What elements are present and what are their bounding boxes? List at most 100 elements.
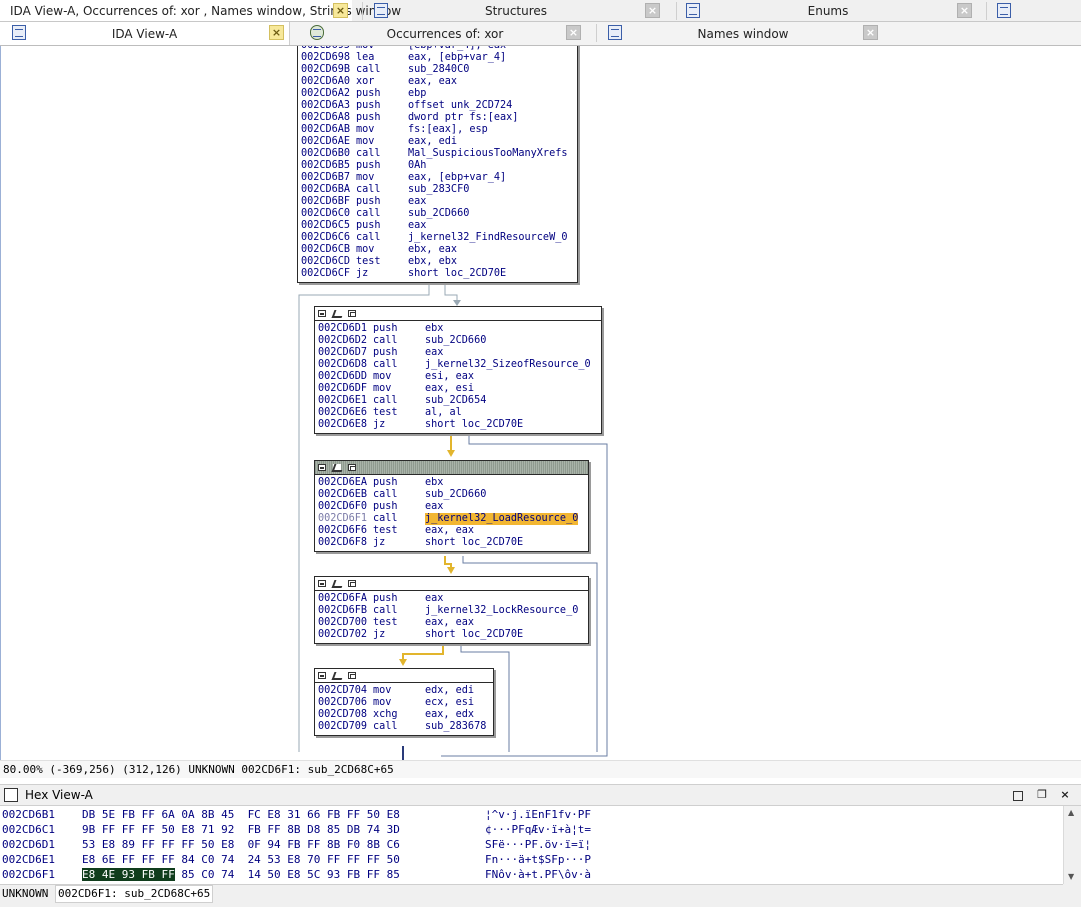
basic-block-node[interactable]: 002CD6D1 push ebx 002CD6D2 call sub_2CD660 002… — [314, 306, 602, 434]
tab-enums[interactable]: Enums × — [682, 0, 974, 21]
node-graph-icon[interactable] — [348, 580, 356, 587]
close-icon[interactable]: × — [957, 3, 972, 18]
instruction-operand[interactable]: offset unk_2CD724 — [408, 100, 512, 112]
instruction-operand[interactable]: dword ptr fs:[eax] — [408, 112, 518, 124]
maximize-button[interactable] — [1013, 791, 1023, 801]
disasm-line[interactable]: 002CD6BA call sub_283CF0 — [298, 184, 577, 196]
disasm-line[interactable]: 002CD704 mov edx, edi — [315, 685, 493, 697]
hex-vertical-scrollbar[interactable]: ▲ ▼ — [1063, 806, 1081, 884]
disasm-line[interactable]: 002CD6F0 push eax — [315, 501, 588, 513]
instruction-operand[interactable]: eax, esi — [425, 383, 474, 395]
instruction-operand[interactable]: eax — [425, 593, 443, 605]
disasm-line[interactable]: 002CD6D1 push ebx — [315, 323, 601, 335]
instruction-operand[interactable]: 0Ah — [408, 160, 426, 172]
tab-extra[interactable] — [994, 0, 1024, 21]
disasm-line[interactable]: 002CD6C5 push eax — [298, 220, 577, 232]
node-group-icon[interactable] — [333, 672, 341, 679]
disasm-line[interactable]: 002CD708 xchg eax, edx — [315, 709, 493, 721]
hex-bytes[interactable]: E8 4E 93 FB FF 85 C0 74 14 50 E8 5C 93 F… — [82, 867, 400, 882]
disasm-line[interactable]: 002CD6E8 jz short loc_2CD70E — [315, 419, 601, 431]
instruction-operand[interactable]: eax — [408, 196, 426, 208]
node-group-icon[interactable] — [333, 464, 341, 471]
node-graph-icon[interactable] — [348, 672, 356, 679]
disasm-line[interactable]: 002CD6FB call j_kernel32_LockResource_0 — [315, 605, 588, 617]
instruction-operand[interactable]: sub_283CF0 — [408, 184, 469, 196]
instruction-operand[interactable]: al, al — [425, 407, 462, 419]
basic-block-node[interactable]: 002CD704 mov edx, edi 002CD706 mov ecx, esi 00… — [314, 668, 494, 736]
hex-bytes[interactable]: DB 5E FB FF 6A 0A 8B 45 FC E8 31 66 FB F… — [82, 807, 400, 822]
instruction-operand[interactable]: short loc_2CD70E — [425, 629, 523, 641]
tab-ida-view-group[interactable]: IDA View-A, Occurrences of: xor , Names … — [0, 0, 401, 21]
hex-bytes[interactable]: 53 E8 89 FF FF FF 50 E8 0F 94 FB FF 8B F… — [82, 837, 400, 852]
node-graph-icon[interactable] — [348, 464, 356, 471]
instruction-operand[interactable]: fs:[eax], esp — [408, 124, 488, 136]
disasm-line[interactable]: 002CD6AE mov eax, edi — [298, 136, 577, 148]
instruction-operand[interactable]: j_kernel32_SizeofResource_0 — [425, 359, 591, 371]
node-header[interactable] — [315, 461, 588, 475]
instruction-operand[interactable]: ebx, ebx — [408, 256, 457, 268]
disasm-line[interactable]: 002CD6E1 call sub_2CD654 — [315, 395, 601, 407]
instruction-operand[interactable]: sub_2CD654 — [425, 395, 486, 407]
instruction-operand[interactable]: ebx — [425, 323, 443, 335]
disasm-line[interactable]: 002CD700 test eax, eax — [315, 617, 588, 629]
disasm-line[interactable]: 002CD6A0 xor eax, eax — [298, 76, 577, 88]
highlighted-operand[interactable]: j_kernel32_LoadResource_0 — [425, 513, 579, 525]
basic-block-node[interactable]: 002CD6EA push ebx 002CD6EB call sub_2CD660 002… — [314, 460, 589, 552]
disasm-line[interactable]: 002CD6A8 push dword ptr fs:[eax] — [298, 112, 577, 124]
instruction-operand[interactable]: ecx, esi — [425, 697, 474, 709]
close-icon[interactable]: × — [566, 25, 581, 40]
disasm-line[interactable]: 002CD698 lea eax, [ebp+var_4] — [298, 52, 577, 64]
node-color-icon[interactable] — [318, 310, 326, 317]
close-window-button[interactable]: × — [1058, 788, 1072, 802]
node-header[interactable] — [315, 307, 601, 321]
instruction-operand[interactable]: eax — [408, 220, 426, 232]
instruction-operand[interactable]: short loc_2CD70E — [425, 537, 523, 549]
instruction-operand[interactable]: eax, eax — [408, 76, 457, 88]
disasm-line[interactable]: 002CD6EA push ebx — [315, 477, 588, 489]
node-header[interactable] — [315, 669, 493, 683]
disasm-line[interactable]: 002CD69B call sub_2840C0 — [298, 64, 577, 76]
disasm-line[interactable]: 002CD6A3 push offset unk_2CD724 — [298, 100, 577, 112]
disasm-line[interactable]: 002CD6C6 call j_kernel32_FindResourceW_0 — [298, 232, 577, 244]
disasm-line[interactable]: 002CD6DF mov eax, esi — [315, 383, 601, 395]
disasm-line[interactable]: 002CD6F1 call j_kernel32_LoadResource_0 — [315, 513, 588, 525]
close-icon[interactable]: × — [863, 25, 878, 40]
scroll-down-arrow-icon[interactable]: ▼ — [1068, 872, 1074, 881]
hex-bytes[interactable]: 9B FF FF FF 50 E8 71 92 FB FF 8B D8 85 D… — [82, 822, 400, 837]
instruction-operand[interactable]: j_kernel32_LockResource_0 — [425, 605, 578, 617]
instruction-operand[interactable]: j_kernel32_FindResourceW_0 — [408, 232, 567, 244]
instruction-operand[interactable]: eax — [425, 501, 443, 513]
node-color-icon[interactable] — [318, 580, 326, 587]
resize-grip[interactable] — [1063, 884, 1081, 907]
instruction-operand[interactable]: short loc_2CD70E — [408, 268, 506, 280]
tab-structures[interactable]: Structures × — [368, 0, 664, 21]
disasm-line[interactable]: 002CD6CB mov ebx, eax — [298, 244, 577, 256]
instruction-operand[interactable]: eax, [ebp+var_4] — [408, 52, 506, 64]
close-icon[interactable]: × — [645, 3, 660, 18]
tab-ida-view-a[interactable]: IDA View-A × — [0, 22, 290, 45]
instruction-operand[interactable]: sub_2840C0 — [408, 64, 469, 76]
node-color-icon[interactable] — [318, 464, 326, 471]
instruction-operand[interactable]: Mal_SuspiciousTooManyXrefs — [408, 148, 567, 160]
node-header[interactable] — [315, 577, 588, 591]
node-graph-icon[interactable] — [348, 310, 356, 317]
hex-dump[interactable]: 002CD6B1 DB 5E FB FF 6A 0A 8B 45 FC E8 31… — [0, 806, 1063, 884]
disasm-line[interactable]: 002CD6C0 call sub_2CD660 — [298, 208, 577, 220]
disasm-line[interactable]: 002CD702 jz short loc_2CD70E — [315, 629, 588, 641]
instruction-operand[interactable]: ebx — [425, 477, 443, 489]
instruction-operand[interactable]: eax, [ebp+var_4] — [408, 172, 506, 184]
hex-bytes[interactable]: E8 6E FF FF FF 84 C0 74 24 53 E8 70 FF F… — [82, 852, 400, 867]
disasm-line[interactable]: 002CD6FA push eax — [315, 593, 588, 605]
node-group-icon[interactable] — [333, 310, 341, 317]
tab-occurrences-of-xor[interactable]: Occurrences of: xor × — [300, 22, 590, 45]
instruction-operand[interactable]: sub_2CD660 — [425, 335, 486, 347]
disasm-line[interactable]: 002CD706 mov ecx, esi — [315, 697, 493, 709]
disasm-line[interactable]: 002CD6D8 call j_kernel32_SizeofResource_0 — [315, 359, 601, 371]
disasm-line[interactable]: 002CD6F6 test eax, eax — [315, 525, 588, 537]
basic-block-node[interactable]: 002CD6FA push eax 002CD6FB call j_kernel32_Lo… — [314, 576, 589, 644]
disasm-line[interactable]: 002CD6E6 test al, al — [315, 407, 601, 419]
instruction-operand[interactable]: sub_283678 — [425, 721, 486, 733]
selected-hex-bytes[interactable]: E8 4E 93 FB FF — [82, 868, 175, 881]
disasm-line[interactable]: 002CD6B7 mov eax, [ebp+var_4] — [298, 172, 577, 184]
instruction-operand[interactable]: edx, edi — [425, 685, 474, 697]
